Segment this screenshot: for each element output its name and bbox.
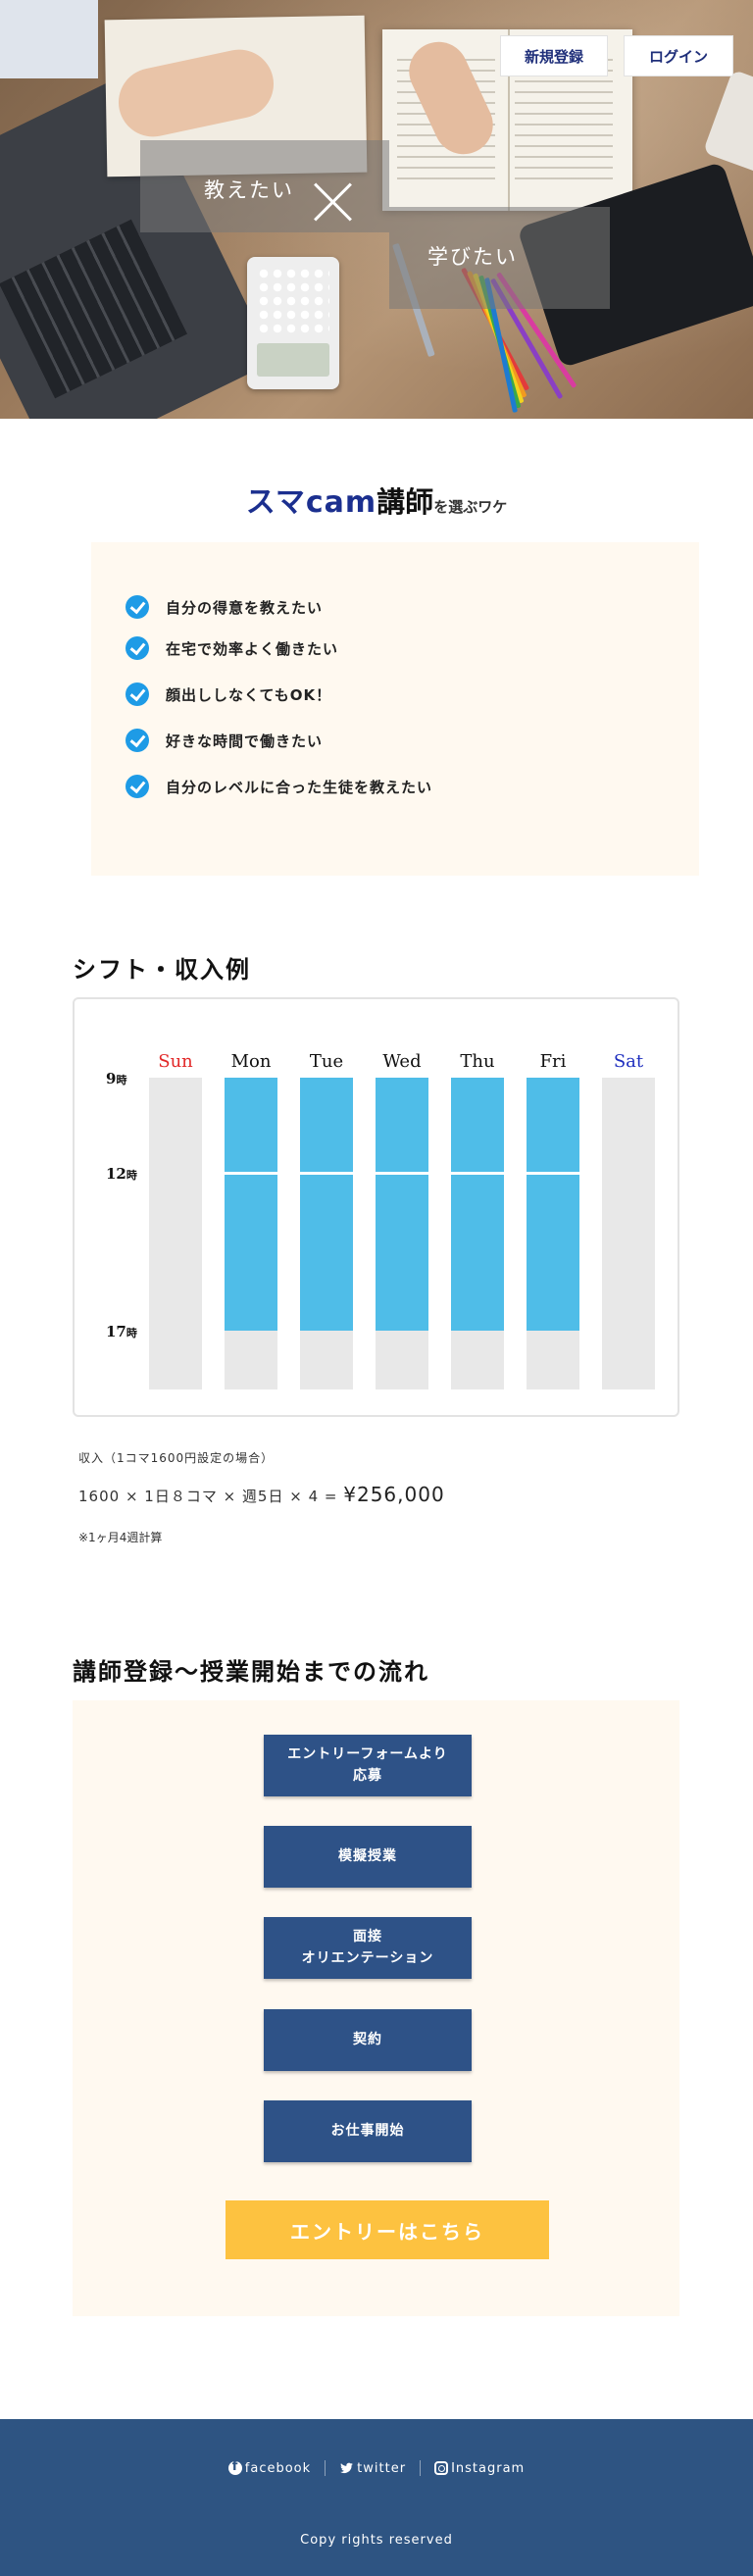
hour-label: 9時 xyxy=(106,1070,127,1087)
check-circle-icon xyxy=(126,636,149,660)
flow-step-contract: 契約 xyxy=(264,2009,472,2071)
reason-item: 自分のレベルに合った生徒を教えたい xyxy=(126,775,432,798)
income-formula: 1600 × 1日８コマ × 週5日 × 4 = xyxy=(78,1488,338,1505)
reasons-title-brand: スマcam xyxy=(245,485,377,520)
hour-label: 12時 xyxy=(106,1164,137,1183)
reason-label: 在宅で効率よく働きたい xyxy=(166,639,339,658)
day-label-wed: Wed xyxy=(382,1051,422,1072)
reasons-title-suffix: を選ぶワケ xyxy=(433,498,508,516)
reason-item: 顔出ししなくてもOK！ xyxy=(126,682,331,706)
income-label: 収入（1コマ1600円設定の場合） xyxy=(78,1451,275,1465)
work-block xyxy=(225,1078,277,1331)
check-circle-icon xyxy=(126,682,149,706)
copyright: Copy rights reserved xyxy=(300,2533,453,2548)
work-block xyxy=(527,1078,579,1331)
day-column-sun xyxy=(149,1078,202,1389)
reason-label: 顔出ししなくてもOK！ xyxy=(166,685,332,704)
reason-item: 在宅で効率よく働きたい xyxy=(126,636,338,660)
reason-label: 自分の得意を教えたい xyxy=(166,598,324,617)
flow-step-start-work: お仕事開始 xyxy=(264,2100,472,2162)
instagram-label: Instagram xyxy=(451,2460,526,2476)
reason-item: 自分の得意を教えたい xyxy=(126,595,323,619)
day-label-thu: Thu xyxy=(460,1051,495,1072)
twitter-icon xyxy=(340,2462,354,2474)
work-block xyxy=(300,1078,353,1331)
day-column-sat xyxy=(602,1078,655,1389)
work-block xyxy=(451,1078,504,1331)
hero-image: 教えたい 学びたい 新規登録 ログイン xyxy=(0,0,753,419)
calculator-illustration xyxy=(247,257,339,389)
day-column-tue xyxy=(300,1078,353,1389)
hour-label: 17時 xyxy=(106,1323,137,1340)
login-button[interactable]: ログイン xyxy=(624,35,733,76)
twitter-link[interactable]: twitter xyxy=(326,2461,420,2476)
instagram-icon xyxy=(434,2461,449,2475)
hero-learn-text: 学びたい xyxy=(427,245,518,269)
day-label-mon: Mon xyxy=(230,1051,272,1072)
day-label-sun: Sun xyxy=(158,1051,193,1072)
cross-icon xyxy=(312,180,355,224)
facebook-icon xyxy=(227,2459,242,2475)
reasons-box: 自分の得意を教えたい 在宅で効率よく働きたい 顔出ししなくてもOK！ 好きな時間… xyxy=(91,542,699,876)
footer: facebook twitter Instagram Copy rights r… xyxy=(0,2419,753,2576)
entry-button[interactable]: エントリーはこちら xyxy=(226,2200,549,2259)
hero-teach-text: 教えたい xyxy=(204,178,294,202)
check-circle-icon xyxy=(126,775,149,798)
check-circle-icon xyxy=(126,729,149,752)
break-divider xyxy=(451,1171,504,1175)
day-column-mon xyxy=(225,1078,277,1389)
income-note: ※1ヶ月4週計算 xyxy=(78,1531,163,1544)
break-divider xyxy=(225,1171,277,1175)
twitter-label: twitter xyxy=(357,2460,407,2476)
flow-step-entry: エントリーフォームより 応募 xyxy=(264,1735,472,1796)
income-total: ¥256,000 xyxy=(343,1483,445,1506)
reasons-heading: スマcam講師を選ぶワケ xyxy=(0,478,753,521)
day-column-wed xyxy=(376,1078,428,1389)
break-divider xyxy=(527,1171,579,1175)
flow-step-interview: 面接 オリエンテーション xyxy=(264,1917,472,1979)
day-label-sat: Sat xyxy=(613,1051,644,1072)
day-column-thu xyxy=(451,1078,504,1389)
flow-heading: 講師登録〜授業開始までの流れ xyxy=(73,1658,429,1686)
facebook-link[interactable]: facebook xyxy=(215,2459,325,2476)
shift-heading: シフト・収入例 xyxy=(73,956,251,984)
reasons-title-role: 講師 xyxy=(376,485,434,519)
register-button[interactable]: 新規登録 xyxy=(500,35,608,76)
day-label-tue: Tue xyxy=(309,1051,344,1072)
work-block xyxy=(376,1078,428,1331)
income-calculation: 1600 × 1日８コマ × 週5日 × 4 = ¥256,000 xyxy=(78,1483,445,1506)
instagram-link[interactable]: Instagram xyxy=(421,2461,538,2476)
check-circle-icon xyxy=(126,595,149,619)
reason-label: 自分のレベルに合った生徒を教えたい xyxy=(166,778,433,796)
break-divider xyxy=(376,1171,428,1175)
day-column-fri xyxy=(527,1078,579,1389)
break-divider xyxy=(300,1171,353,1175)
social-links: facebook twitter Instagram xyxy=(0,2459,753,2476)
day-label-fri: Fri xyxy=(539,1051,567,1072)
reason-label: 好きな時間で働きたい xyxy=(166,732,324,750)
flow-step-mock-lesson: 模擬授業 xyxy=(264,1826,472,1888)
reason-item: 好きな時間で働きたい xyxy=(126,729,323,752)
facebook-label: facebook xyxy=(244,2460,312,2476)
